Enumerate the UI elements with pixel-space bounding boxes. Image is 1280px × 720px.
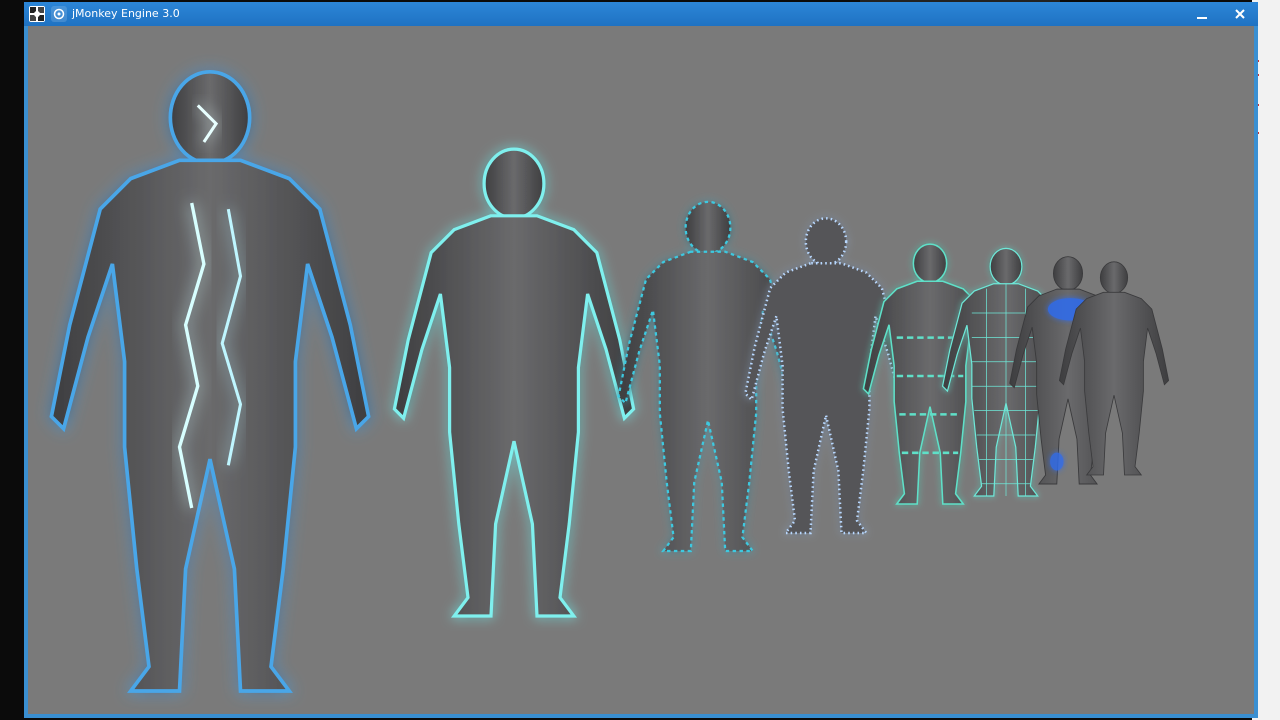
window-menu-icon[interactable] xyxy=(51,6,67,22)
close-button[interactable] xyxy=(1230,5,1250,23)
render-viewport[interactable] xyxy=(28,26,1254,714)
close-icon xyxy=(1235,9,1245,19)
scene-canvas xyxy=(28,26,1254,714)
minimize-icon xyxy=(1197,17,1207,19)
window-title: jMonkey Engine 3.0 xyxy=(72,7,180,20)
minimize-button[interactable] xyxy=(1192,5,1212,23)
jmonkey-logo-icon[interactable] xyxy=(29,6,45,22)
title-bar[interactable]: jMonkey Engine 3.0 xyxy=(24,2,1258,26)
jmonkey-window: jMonkey Engine 3.0 xyxy=(24,2,1258,718)
